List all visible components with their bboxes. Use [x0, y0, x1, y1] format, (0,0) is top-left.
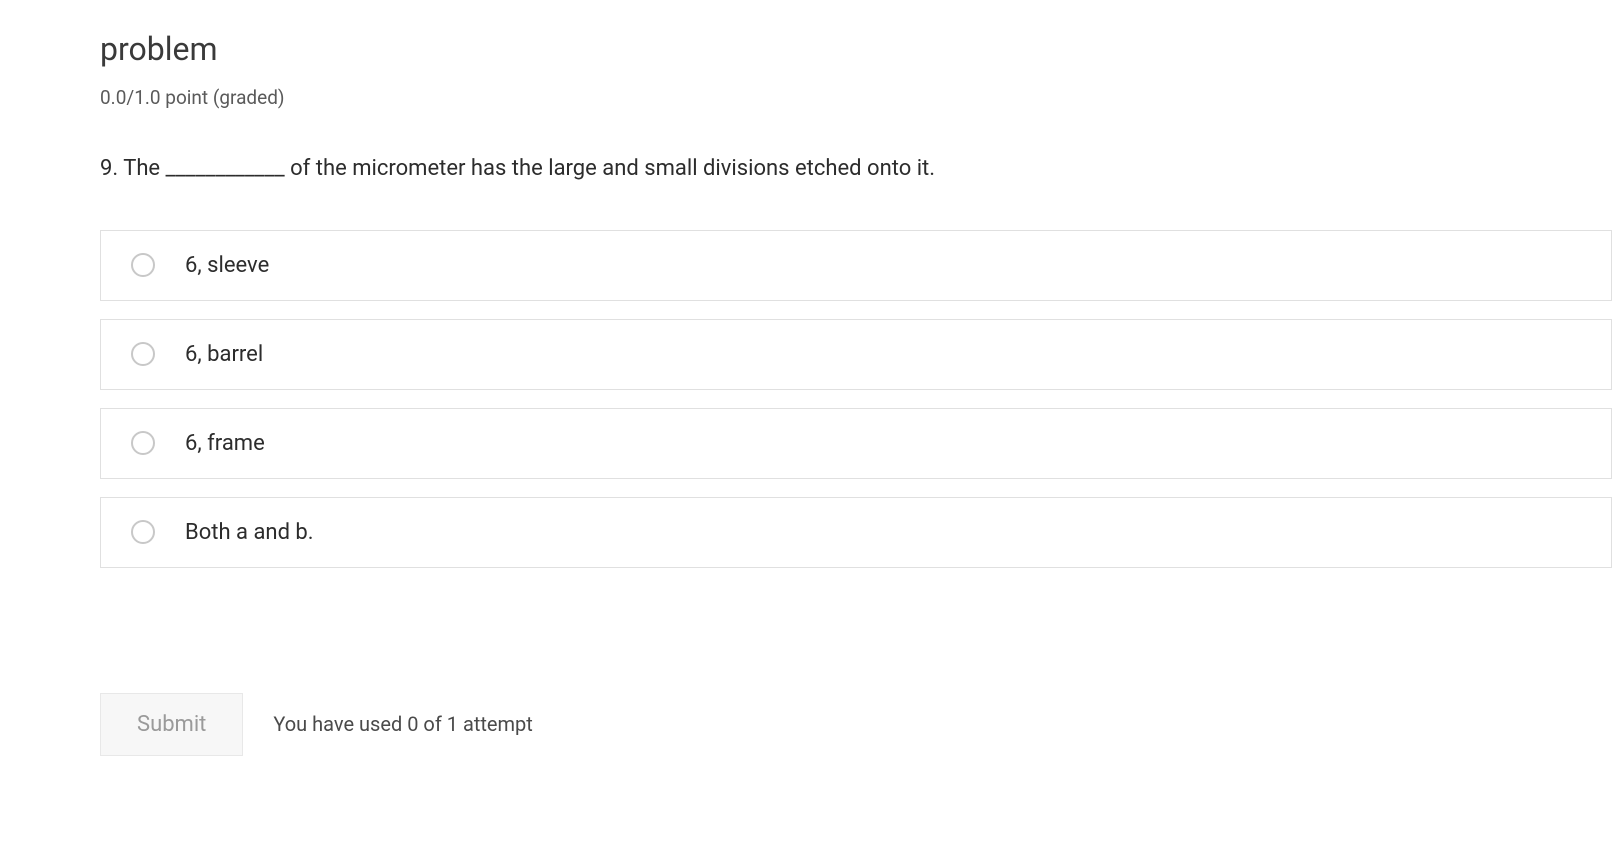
- option-label-1: 6, barrel: [185, 342, 263, 367]
- option-label-3: Both a and b.: [185, 520, 314, 545]
- radio-icon: [131, 520, 155, 544]
- footer-row: Submit You have used 0 of 1 attempt: [100, 693, 1612, 756]
- option-row-3[interactable]: Both a and b.: [100, 497, 1612, 568]
- radio-icon: [131, 253, 155, 277]
- option-row-0[interactable]: 6, sleeve: [100, 230, 1612, 301]
- option-label-0: 6, sleeve: [185, 253, 269, 278]
- question-text: 9. The ____________ of the micrometer ha…: [100, 154, 1612, 185]
- submit-button[interactable]: Submit: [100, 693, 243, 756]
- radio-icon: [131, 342, 155, 366]
- option-label-2: 6, frame: [185, 431, 265, 456]
- problem-heading: problem: [100, 30, 1612, 68]
- option-row-1[interactable]: 6, barrel: [100, 319, 1612, 390]
- option-row-2[interactable]: 6, frame: [100, 408, 1612, 479]
- points-graded: 0.0/1.0 point (graded): [100, 86, 1612, 109]
- attempts-text: You have used 0 of 1 attempt: [273, 712, 532, 736]
- radio-icon: [131, 431, 155, 455]
